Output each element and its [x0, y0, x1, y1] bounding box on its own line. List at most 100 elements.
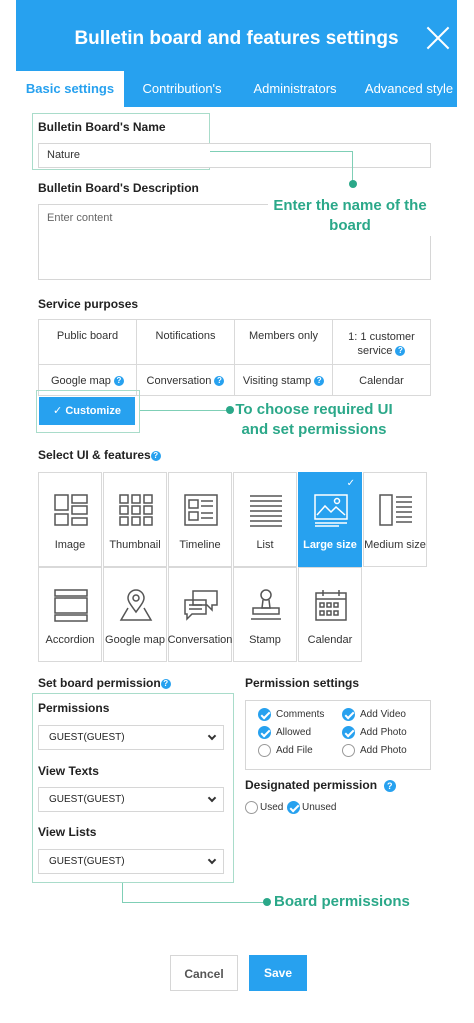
- radio-used[interactable]: Used: [245, 801, 283, 814]
- service-notifications[interactable]: Notifications: [136, 319, 235, 365]
- customize-button[interactable]: ✓ Customize: [39, 397, 135, 425]
- ui-option-label: Stamp: [249, 634, 281, 646]
- callout-line: [210, 151, 352, 152]
- help-icon[interactable]: ?: [214, 376, 225, 387]
- help-icon[interactable]: ?: [114, 376, 124, 387]
- checkbox-add-photo[interactable]: Add Photo: [342, 726, 407, 739]
- ui-option-accordion[interactable]: Accordion: [38, 567, 102, 662]
- save-button[interactable]: Save: [249, 955, 307, 991]
- service-public-board[interactable]: Public board: [38, 319, 137, 365]
- help-icon[interactable]: ?: [160, 678, 171, 689]
- ui-option-thumbnail[interactable]: Thumbnail: [103, 472, 167, 567]
- callout-line: [140, 410, 232, 411]
- ui-option-label: Medium size: [364, 539, 426, 551]
- dialog-header: Bulletin board and features settings Bas…: [16, 0, 457, 107]
- radio-label: Unused: [302, 802, 337, 814]
- permissions-label: Permissions: [38, 701, 110, 715]
- chevron-down-icon: [207, 731, 217, 741]
- ui-option-image[interactable]: Image: [38, 472, 102, 567]
- view-texts-select[interactable]: GUEST(GUEST): [38, 787, 224, 812]
- checkbox-label: Comments: [276, 709, 325, 721]
- customize-label: Customize: [65, 405, 121, 417]
- permissions-select[interactable]: GUEST(GUEST): [38, 725, 224, 750]
- permission-settings-box: Comments Add Video Allowed Add Photo Add…: [245, 700, 431, 770]
- ui-option-list[interactable]: List: [233, 472, 297, 567]
- chat-bubbles-icon: [184, 590, 218, 621]
- checkbox-add-photo-2[interactable]: Add Photo: [342, 744, 407, 757]
- dialog-title: Bulletin board and features settings: [74, 28, 399, 49]
- ui-option-label: Thumbnail: [109, 539, 161, 551]
- cancel-button[interactable]: Cancel: [170, 955, 238, 991]
- ui-option-label: Image: [54, 539, 86, 551]
- ui-option-timeline[interactable]: Timeline: [168, 472, 232, 567]
- board-name-input[interactable]: Nature: [38, 143, 431, 168]
- service-customer-service[interactable]: 1: 1 customer service ?: [332, 319, 431, 365]
- ui-features-text: Select UI & features: [38, 448, 151, 462]
- board-permission-text: Set board permission: [38, 676, 161, 690]
- ui-option-google-map[interactable]: Google map: [103, 567, 167, 662]
- help-icon[interactable]: ?: [395, 346, 406, 357]
- ui-option-label: Google map: [105, 634, 165, 646]
- checkbox-icon: [342, 708, 355, 721]
- callout-customize: To choose required UI and set permission…: [235, 401, 393, 438]
- board-permission-label: Set board permission?: [38, 676, 171, 690]
- accordion-icon: [54, 589, 88, 622]
- checkbox-label: Add Video: [360, 709, 406, 721]
- help-icon[interactable]: ?: [314, 376, 325, 387]
- checkbox-allowed[interactable]: Allowed: [258, 726, 311, 739]
- checkbox-label: Add File: [276, 745, 313, 757]
- help-icon[interactable]: ?: [150, 450, 161, 461]
- checkbox-label: Add Photo: [360, 745, 407, 757]
- permission-settings-label: Permission settings: [245, 676, 360, 690]
- view-lists-select[interactable]: GUEST(GUEST): [38, 849, 224, 874]
- callout-permissions: Board permissions: [274, 893, 410, 910]
- service-label: Public board: [56, 330, 119, 342]
- tab-advanced-style[interactable]: Advanced style: [361, 71, 457, 107]
- settings-dialog: Bulletin board and features settings Bas…: [16, 0, 457, 1023]
- close-icon[interactable]: [425, 25, 451, 51]
- large-image-icon: [314, 494, 348, 527]
- service-members-only[interactable]: Members only: [234, 319, 333, 365]
- tab-administrators[interactable]: Administrators: [246, 71, 344, 107]
- checkbox-label: Allowed: [276, 727, 312, 739]
- service-visiting-stamp[interactable]: Visiting stamp ?: [234, 364, 333, 396]
- checkbox-icon: [258, 744, 271, 757]
- select-value: GUEST(GUEST): [49, 856, 125, 867]
- checkbox-comments[interactable]: Comments: [258, 708, 324, 721]
- checkbox-add-video[interactable]: Add Video: [342, 708, 406, 721]
- thumbnail-grid-icon: [119, 494, 153, 526]
- service-calendar[interactable]: Calendar: [332, 364, 431, 396]
- radio-unused[interactable]: Unused: [287, 801, 336, 814]
- tab-basic-settings[interactable]: Basic settings: [16, 71, 124, 107]
- board-name-label: Bulletin Board's Name: [38, 120, 166, 134]
- chevron-down-icon: [207, 793, 217, 803]
- ui-option-label: Calendar: [307, 634, 353, 646]
- checkbox-add-file[interactable]: Add File: [258, 744, 313, 757]
- ui-option-conversation[interactable]: Conversation: [168, 567, 232, 662]
- map-pin-icon: [119, 589, 153, 621]
- stamp-icon: [251, 589, 281, 620]
- ui-features-label: Select UI & features?: [38, 448, 161, 462]
- view-lists-label: View Lists: [38, 825, 97, 839]
- service-label: Members only: [248, 330, 319, 342]
- ui-option-medium-size[interactable]: Medium size: [363, 472, 427, 567]
- callout-board-name: Enter the name of the board: [268, 196, 432, 236]
- service-label: Google map: [51, 375, 111, 387]
- callout-dot: [349, 180, 357, 188]
- image-layout-icon: [54, 494, 88, 526]
- service-label: Notifications: [155, 330, 216, 342]
- radio-icon: [287, 801, 300, 814]
- checkbox-icon: [342, 744, 355, 757]
- ui-option-stamp[interactable]: Stamp: [233, 567, 297, 662]
- medium-image-icon: [379, 494, 412, 526]
- list-icon: [250, 495, 282, 527]
- callout-dot: [226, 406, 234, 414]
- help-icon[interactable]: ?: [383, 779, 396, 792]
- board-description-label: Bulletin Board's Description: [38, 181, 199, 195]
- service-label: Calendar: [359, 375, 404, 387]
- service-conversation[interactable]: Conversation ?: [136, 364, 235, 396]
- tab-contributions[interactable]: Contribution's: [134, 71, 230, 107]
- ui-option-calendar[interactable]: Calendar: [298, 567, 362, 662]
- ui-option-large-size[interactable]: ✓ Large size: [298, 472, 362, 567]
- timeline-icon: [184, 494, 218, 526]
